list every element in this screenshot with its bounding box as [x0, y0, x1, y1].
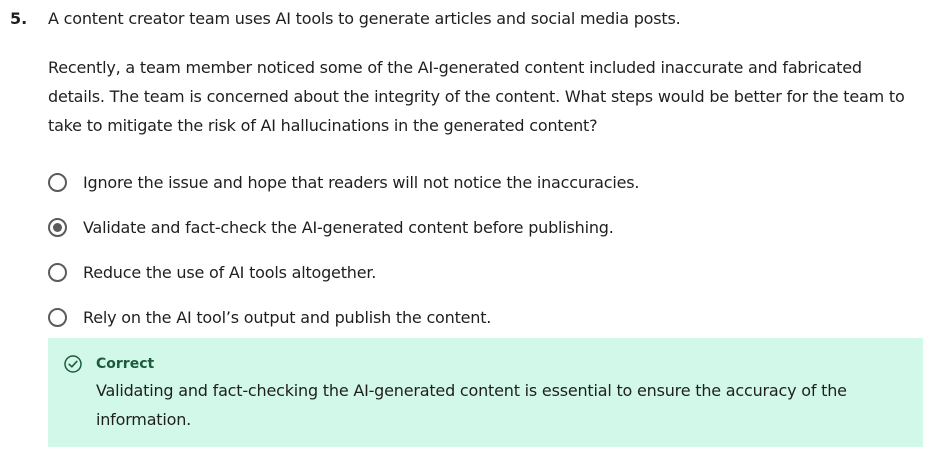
- question-intro: A content creator team uses AI tools to …: [48, 9, 681, 28]
- question-number: 5.: [10, 9, 28, 28]
- answer-options: Ignore the issue and hope that readers w…: [48, 160, 908, 340]
- question-prompt: Recently, a team member noticed some of …: [48, 58, 905, 135]
- radio-unchecked-icon[interactable]: [48, 308, 67, 327]
- option-4[interactable]: Rely on the AI tool’s output and publish…: [48, 295, 908, 340]
- feedback-panel: Correct Validating and fact-checking the…: [48, 338, 923, 447]
- option-2[interactable]: Validate and fact-check the AI-generated…: [48, 205, 908, 250]
- radio-unchecked-icon[interactable]: [48, 173, 67, 192]
- option-3[interactable]: Reduce the use of AI tools altogether.: [48, 250, 908, 295]
- option-label: Ignore the issue and hope that readers w…: [83, 172, 640, 192]
- option-label: Validate and fact-check the AI-generated…: [83, 217, 614, 237]
- option-label: Rely on the AI tool’s output and publish…: [83, 307, 492, 327]
- feedback-status: Correct: [96, 356, 155, 372]
- option-1[interactable]: Ignore the issue and hope that readers w…: [48, 160, 908, 205]
- feedback-explanation: Validating and fact-checking the AI-gene…: [96, 381, 847, 429]
- radio-checked-icon[interactable]: [48, 218, 67, 237]
- radio-unchecked-icon[interactable]: [48, 263, 67, 282]
- question-body: A content creator team uses AI tools to …: [48, 9, 918, 135]
- option-label: Reduce the use of AI tools altogether.: [83, 262, 377, 282]
- check-circle-icon: [64, 355, 82, 373]
